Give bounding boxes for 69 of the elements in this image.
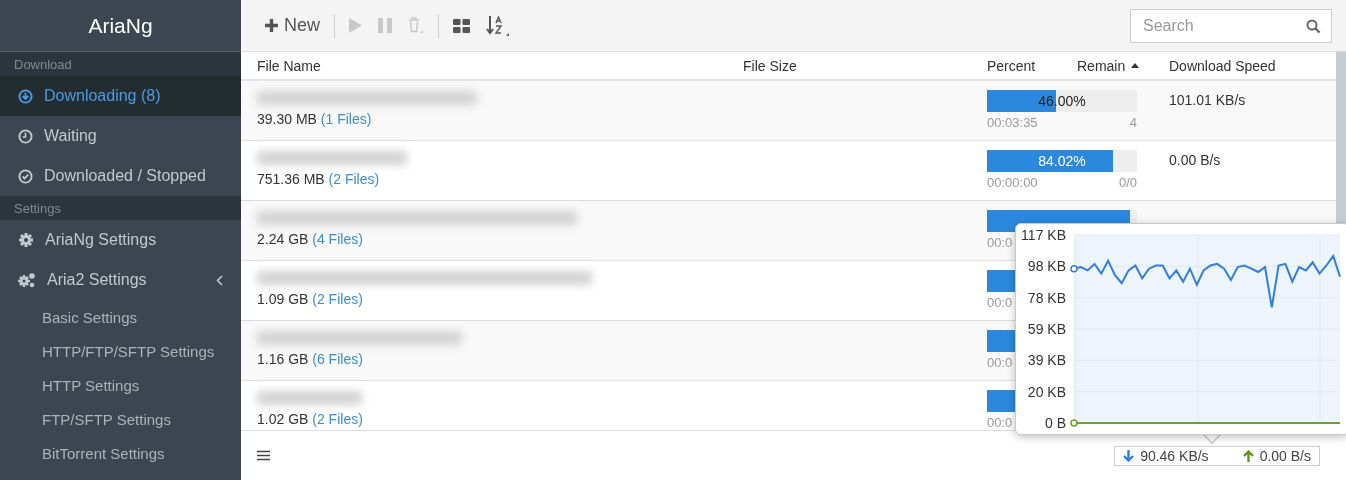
remaining-time: 00:0 xyxy=(987,295,1013,310)
connections-count: 4 xyxy=(1129,115,1137,130)
sidebar-item[interactable]: Downloading (8) xyxy=(0,76,241,116)
sort-up-icon xyxy=(1131,63,1140,68)
file-size-info: 39.30 MB (1 Files) xyxy=(257,111,373,127)
file-size-info: 1.16 GB (6 Files) xyxy=(257,351,364,367)
trash-icon xyxy=(408,17,424,34)
menu-icon[interactable] xyxy=(257,450,270,461)
remaining-time: 00:0 xyxy=(987,415,1013,430)
sidebar-item[interactable]: AriaNg Settings xyxy=(0,220,241,260)
upload-speed-total: 0.00 B/s xyxy=(1259,447,1311,464)
connections-count: 0/0 xyxy=(1118,175,1137,190)
file-size-info: 751.36 MB (2 Files) xyxy=(257,171,381,187)
files-link[interactable]: (2 Files) xyxy=(312,411,363,427)
remaining-time: 00:03:35 xyxy=(987,115,1038,130)
new-button[interactable]: New xyxy=(257,11,328,40)
clock-icon xyxy=(18,128,33,144)
remaining-time: 00:0 xyxy=(987,355,1013,370)
plus-icon xyxy=(265,19,278,32)
remaining-time: 00:00:00 xyxy=(987,175,1038,190)
download-speed: 0.00 B/s xyxy=(1169,152,1221,168)
gear-icon xyxy=(18,232,34,248)
submenu-item[interactable]: HTTP Settings xyxy=(0,368,241,402)
download-speed: 101.01 KB/s xyxy=(1169,92,1246,108)
sidebar-item[interactable]: Downloaded / Stopped xyxy=(0,156,241,196)
play-icon xyxy=(349,18,362,33)
section-heading: Settings xyxy=(14,200,61,216)
axis-label: 98 KB xyxy=(1027,258,1066,275)
submenu-item[interactable]: HTTP/FTP/SFTP Settings xyxy=(0,334,241,368)
sort-icon xyxy=(486,15,510,36)
axis-label: 0 B xyxy=(1045,415,1066,431)
download-speed-total: 90.46 KB/s xyxy=(1140,447,1209,464)
file-size-info: 1.09 GB (2 Files) xyxy=(257,291,364,307)
pause-icon xyxy=(378,18,392,33)
speed-indicator[interactable]: 90.46 KB/s 0.00 B/s xyxy=(1114,445,1320,466)
axis-label: 78 KB xyxy=(1027,289,1066,306)
search-field[interactable]: Search xyxy=(1130,8,1332,43)
sidebar-item[interactable]: Aria2 Settings xyxy=(0,260,241,300)
submenu-item[interactable]: FTP/SFTP Settings xyxy=(0,402,241,436)
arrow-up-icon xyxy=(1242,449,1254,462)
axis-label: 39 KB xyxy=(1027,352,1066,369)
axis-label: 20 KB xyxy=(1027,383,1066,400)
files-link[interactable]: (2 Files) xyxy=(328,171,380,187)
column-header[interactable]: Download Speed xyxy=(1169,57,1336,74)
remaining-time: 00:0 xyxy=(987,235,1013,250)
files-link[interactable]: (1 Files) xyxy=(320,111,372,127)
file-size-info: 2.24 GB (4 Files) xyxy=(257,231,364,247)
column-header[interactable]: Percent xyxy=(987,57,1077,74)
app-logo: AriaNg xyxy=(88,13,153,38)
search-icon xyxy=(1306,18,1321,34)
download-circle-icon xyxy=(18,88,33,104)
column-header[interactable]: File Size xyxy=(743,57,987,74)
column-header[interactable]: Remain xyxy=(1077,57,1169,74)
submenu-item[interactable]: BitTorrent Settings xyxy=(0,436,241,470)
arrow-down-icon xyxy=(1123,449,1135,462)
percent-text: 84.02% xyxy=(1037,152,1087,171)
files-link[interactable]: (2 Files) xyxy=(312,291,363,307)
files-link[interactable]: (4 Files) xyxy=(312,231,363,247)
grid-icon xyxy=(453,18,470,33)
sidebar-item[interactable]: Waiting xyxy=(0,116,241,156)
files-link[interactable]: (6 Files) xyxy=(312,351,363,367)
submenu-item[interactable]: Basic Settings xyxy=(0,300,241,334)
section-heading: Download xyxy=(14,56,72,72)
gears-icon xyxy=(18,272,36,288)
check-circle-icon xyxy=(18,168,33,184)
file-size-info: 1.02 GB (2 Files) xyxy=(257,411,364,427)
axis-label: 117 KB xyxy=(1021,227,1066,243)
axis-label: 59 KB xyxy=(1027,321,1066,337)
column-header[interactable]: File Name xyxy=(257,57,743,74)
